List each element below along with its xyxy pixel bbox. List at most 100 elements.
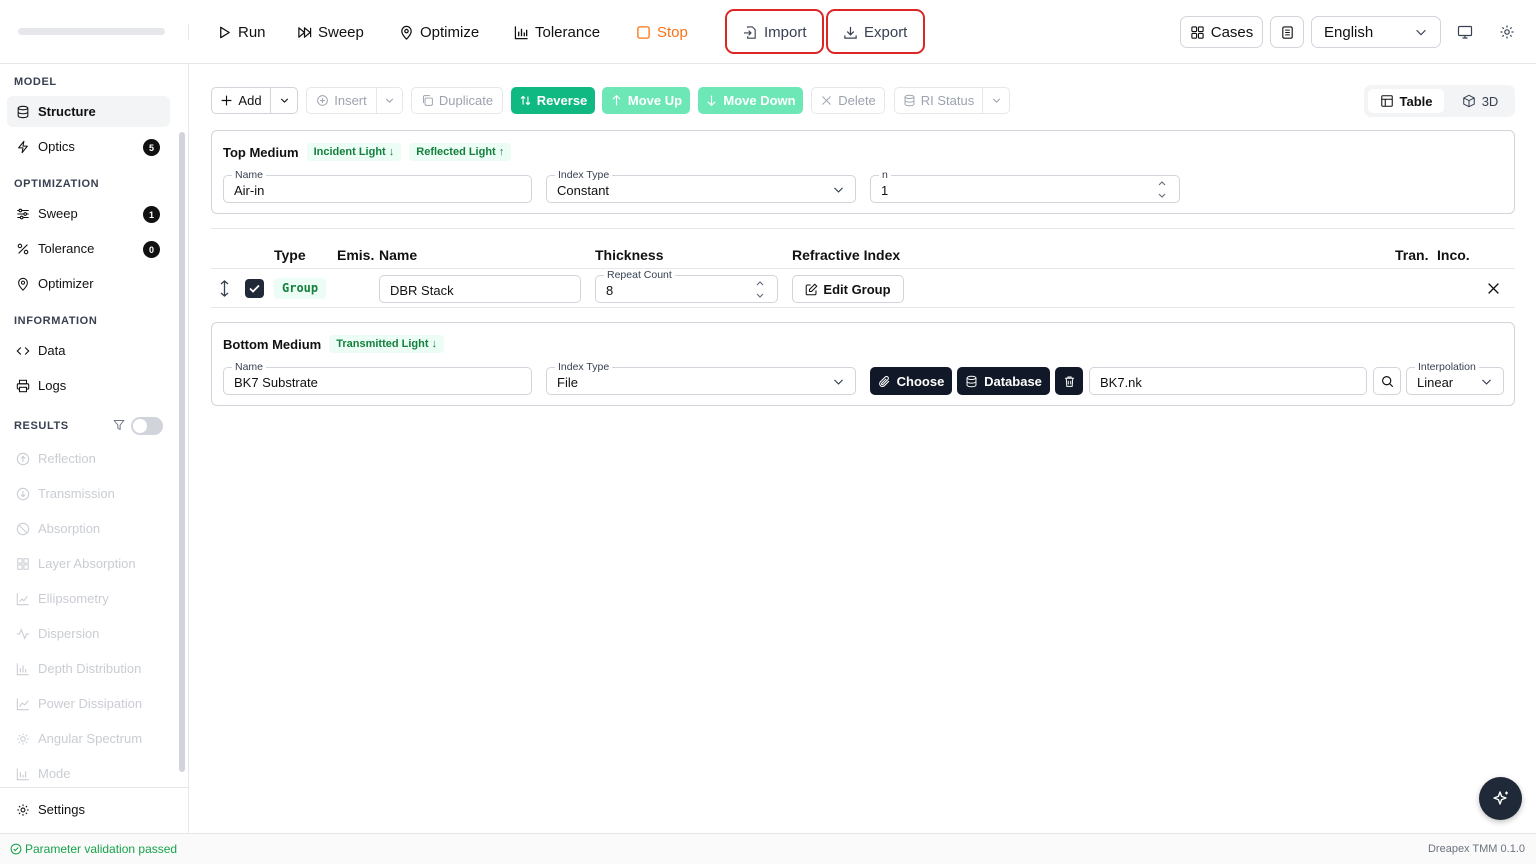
row-name-input[interactable]: DBR Stack: [379, 275, 581, 303]
move-up-button[interactable]: Move Up: [602, 87, 690, 114]
app-version: Dreapex TMM 0.1.0: [1427, 843, 1525, 855]
chevron-down-icon: [385, 98, 394, 103]
ri-status-button[interactable]: RI Status: [894, 87, 983, 114]
x-icon: [822, 96, 832, 105]
row-enabled-checkbox[interactable]: [245, 279, 264, 298]
column-header-inco: Inco.: [1437, 247, 1470, 263]
stop-button[interactable]: Stop: [636, 20, 688, 44]
tolerance-count-badge: 0: [143, 241, 160, 258]
ri-status-dropdown-button[interactable]: [982, 87, 1010, 114]
results-filter-toggle[interactable]: [131, 417, 163, 435]
drag-handle-icon[interactable]: [218, 280, 231, 297]
database-icon: [966, 375, 977, 387]
clear-file-button[interactable]: [1055, 367, 1083, 395]
top-medium-index-type-select[interactable]: Index Type Constant: [546, 169, 856, 203]
line-chart-icon: [16, 592, 29, 605]
name-value: BK7 Substrate: [234, 375, 318, 390]
bar-chart-icon: [514, 25, 528, 39]
skip-forward-icon: [298, 26, 312, 38]
stepper-arrows-icon[interactable]: [1157, 179, 1167, 200]
sidebar-item-logs[interactable]: Logs: [7, 370, 170, 401]
stop-square-icon: [637, 25, 650, 39]
remove-row-icon[interactable]: [1487, 282, 1500, 295]
cases-button[interactable]: Cases: [1180, 16, 1263, 48]
database-button[interactable]: Database: [957, 367, 1050, 395]
insert-button[interactable]: Insert: [306, 87, 377, 114]
choose-file-button[interactable]: Choose: [870, 367, 952, 395]
layer-absorption-label: Layer Absorption: [38, 556, 136, 571]
edit-icon: [806, 283, 818, 295]
reverse-label: Reverse: [536, 93, 588, 108]
column-header-thickness: Thickness: [595, 247, 664, 263]
nk-file-input[interactable]: BK7.nk: [1089, 367, 1367, 395]
validation-message: Parameter validation passed: [25, 842, 178, 856]
ai-assistant-button[interactable]: [1479, 777, 1522, 820]
arrow-up-circle-icon: [16, 452, 30, 465]
sweep-button[interactable]: Sweep: [297, 20, 364, 44]
sidebar-item-optics[interactable]: Optics 5: [7, 131, 170, 162]
view-toggle: Table 3D: [1364, 85, 1515, 117]
transmitted-light-tag: Transmitted Light ↓: [329, 335, 445, 353]
move-down-button[interactable]: Move Down: [698, 87, 803, 114]
cases-label: Cases: [1210, 23, 1254, 41]
view-table-tab[interactable]: Table: [1368, 89, 1444, 113]
tolerance-button[interactable]: Tolerance: [514, 20, 600, 44]
file-import-icon: [743, 25, 756, 39]
top-medium-n-stepper[interactable]: n 1: [870, 169, 1180, 203]
sidebar-item-depth-distribution: Depth Distribution: [7, 653, 170, 684]
sidebar-item-mode: Mode: [7, 758, 170, 789]
reverse-button[interactable]: Reverse: [511, 87, 595, 114]
sidebar-item-structure[interactable]: Structure: [7, 96, 170, 127]
duplicate-label: Duplicate: [438, 93, 494, 108]
sidebar-item-sweep[interactable]: Sweep 1: [7, 198, 170, 229]
sidebar-item-optimizer[interactable]: Optimizer: [7, 268, 170, 299]
sidebar-scrollbar[interactable]: [179, 132, 185, 772]
view-table-label: Table: [1399, 93, 1433, 109]
add-button[interactable]: Add: [211, 87, 271, 114]
absorption-label: Absorption: [38, 521, 101, 536]
import-button[interactable]: Import: [743, 20, 807, 44]
run-button[interactable]: Run: [217, 20, 266, 44]
interpolation-select[interactable]: Interpolation Linear: [1406, 361, 1504, 395]
section-results: RESULTS: [14, 420, 69, 432]
add-dropdown-button[interactable]: [270, 87, 298, 114]
repeat-count-stepper[interactable]: Repeat Count 8: [595, 269, 778, 303]
sweep-label: Sweep: [318, 23, 364, 41]
language-select[interactable]: English: [1311, 16, 1441, 48]
insert-label: Insert: [334, 93, 367, 108]
search-file-button[interactable]: [1373, 367, 1401, 395]
check-icon: [249, 284, 260, 293]
reflected-light-tag: Reflected Light ↑: [409, 143, 512, 161]
plus-icon: [222, 95, 232, 106]
chevron-down-icon: [1482, 379, 1491, 385]
optimize-button[interactable]: Optimize: [399, 20, 479, 44]
code-icon: [16, 346, 30, 355]
tolerance-side-label: Tolerance: [38, 241, 95, 256]
bar-chart-icon: [16, 662, 29, 675]
bottom-medium-index-type-select[interactable]: Index Type File: [546, 361, 856, 395]
name-label: Name: [232, 361, 267, 373]
export-button[interactable]: Export: [843, 20, 907, 44]
sidebar-item-settings[interactable]: Settings: [7, 794, 170, 825]
duplicate-button[interactable]: Duplicate: [411, 87, 503, 114]
check-circle-icon: [10, 843, 22, 855]
delete-button[interactable]: Delete: [811, 87, 885, 114]
view-3d-tab[interactable]: 3D: [1450, 89, 1510, 113]
sidebar-item-data[interactable]: Data: [7, 335, 170, 366]
ri-status-label: RI Status: [920, 93, 975, 108]
edit-group-button[interactable]: Edit Group: [792, 275, 904, 303]
top-medium-name-field[interactable]: Name Air-in: [223, 169, 532, 203]
stepper-arrows-icon[interactable]: [755, 279, 765, 300]
sidebar-item-tolerance[interactable]: Tolerance 0: [7, 233, 170, 264]
database-icon: [904, 94, 915, 107]
monitor-button[interactable]: [1457, 24, 1473, 40]
insert-dropdown-button[interactable]: [376, 87, 403, 114]
bottom-medium-name-field[interactable]: Name BK7 Substrate: [223, 361, 532, 395]
settings-gear-button[interactable]: [1499, 24, 1515, 40]
name-value: Air-in: [234, 183, 265, 198]
status-bar: Parameter validation passed Dreapex TMM …: [0, 833, 1536, 864]
filter-icon[interactable]: [113, 419, 125, 431]
notes-button[interactable]: [1270, 16, 1304, 48]
export-label: Export: [864, 23, 908, 41]
delete-label: Delete: [838, 93, 876, 108]
